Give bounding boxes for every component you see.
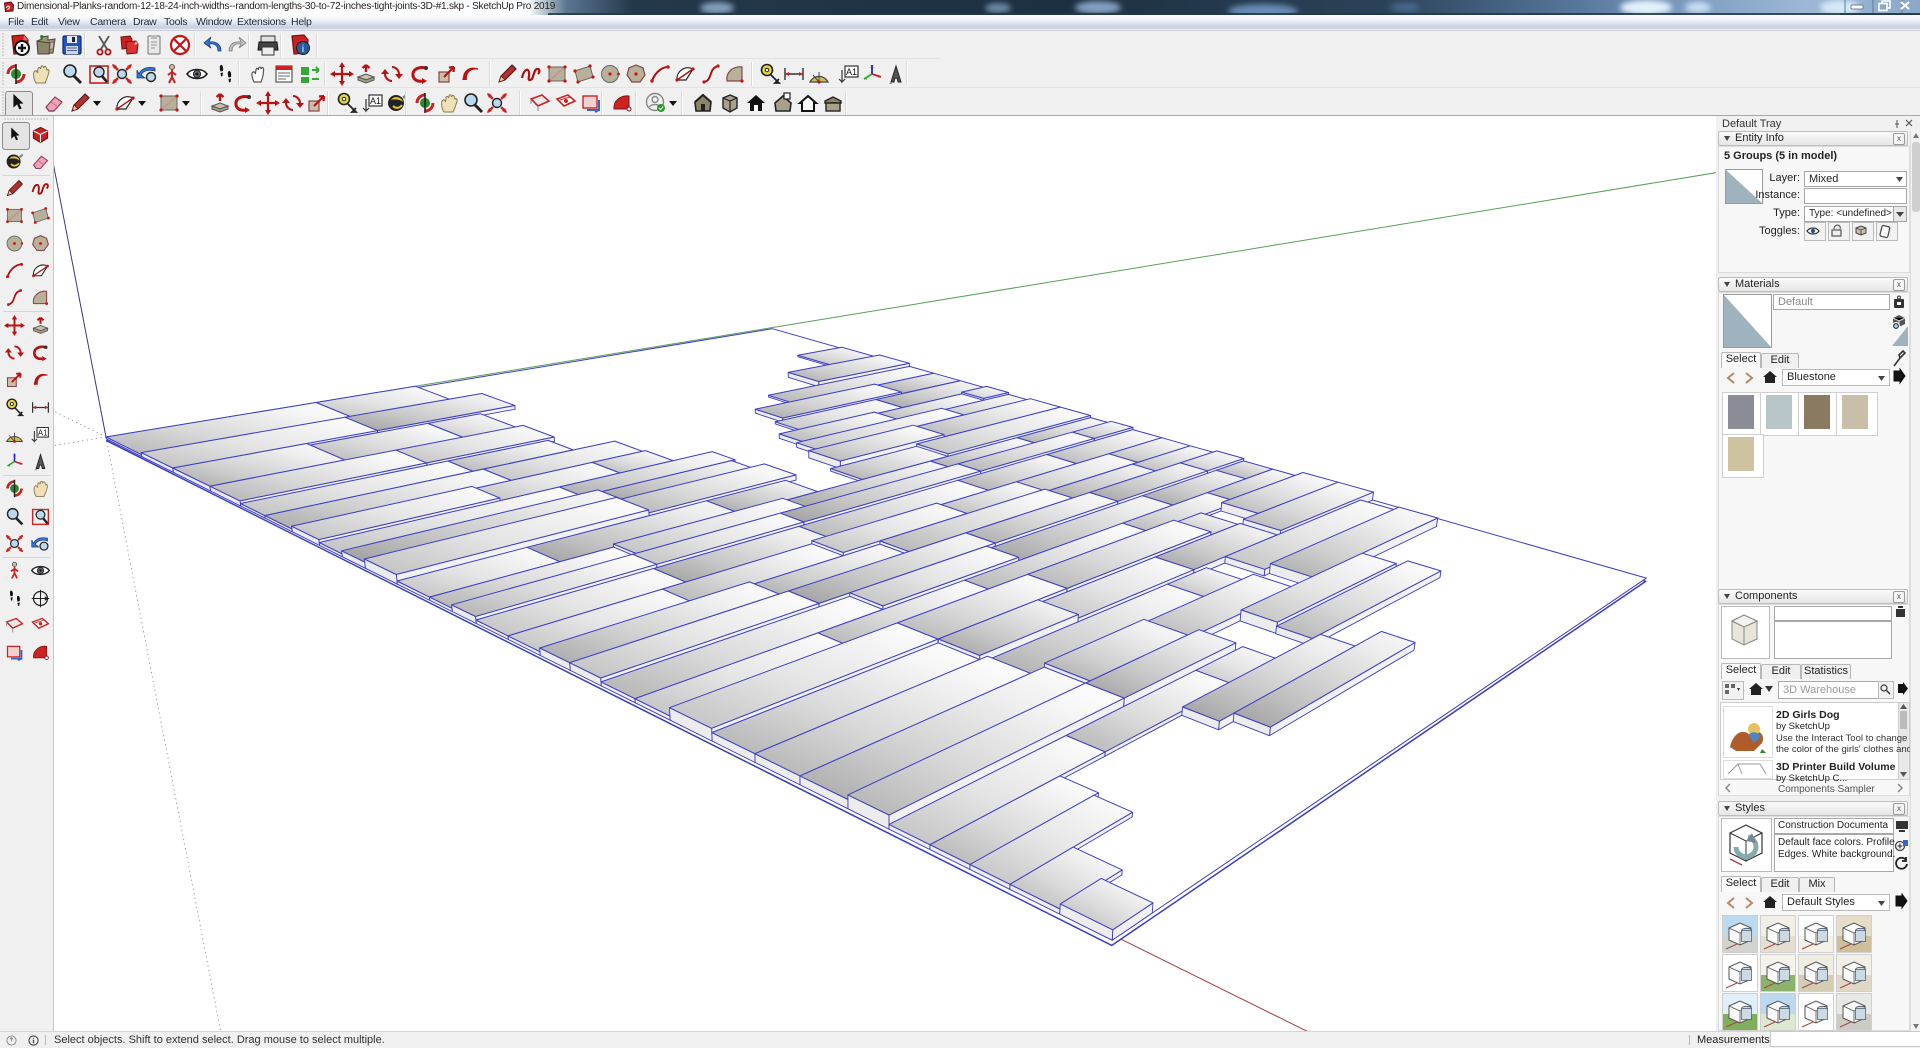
svg-text:A1: A1 bbox=[370, 96, 381, 106]
svg-text:i: i bbox=[302, 44, 304, 55]
svg-text:A1: A1 bbox=[846, 67, 857, 77]
svg-text:A1: A1 bbox=[38, 428, 48, 437]
